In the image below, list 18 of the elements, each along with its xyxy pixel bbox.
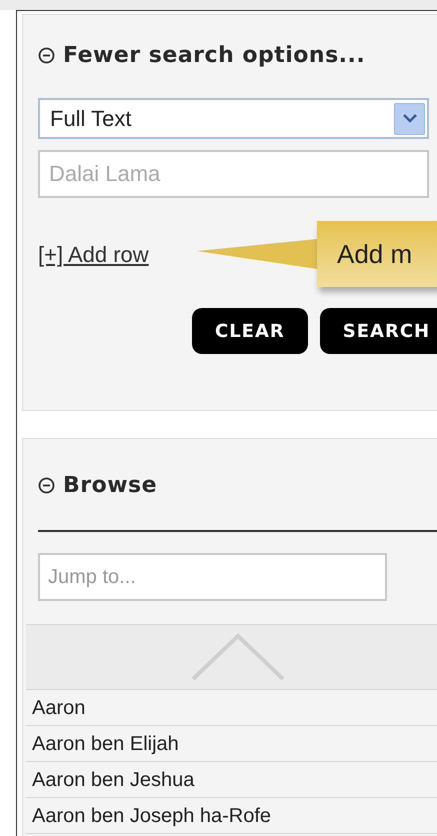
list-item[interactable]: Aaron bbox=[26, 690, 437, 726]
list-item[interactable]: Aaron ben Jeshua bbox=[26, 762, 437, 798]
query-field[interactable]: Dalai Lama bbox=[38, 150, 429, 198]
panel-title: Browse bbox=[63, 472, 158, 500]
search-button[interactable]: SEARCH bbox=[320, 308, 437, 354]
collapse-icon[interactable] bbox=[38, 477, 55, 494]
tooltip: Add m bbox=[317, 221, 437, 287]
chevron-up-icon bbox=[191, 633, 285, 681]
clear-button[interactable]: CLEAR bbox=[192, 308, 308, 354]
panel-title: Fewer search options... bbox=[63, 42, 366, 70]
chevron-down-icon bbox=[402, 114, 416, 123]
field-select[interactable]: Full Text bbox=[38, 98, 429, 139]
jump-field[interactable]: Jump to... bbox=[38, 553, 387, 601]
collapse-icon[interactable] bbox=[38, 47, 55, 64]
tooltip-pointer-icon bbox=[197, 239, 317, 269]
list-item[interactable]: Aaron ben Elijah bbox=[26, 726, 437, 762]
add-row-link[interactable]: [+] Add row bbox=[38, 238, 149, 270]
list-item[interactable]: Aaron ben Joseph ha-Rofe bbox=[26, 798, 437, 834]
